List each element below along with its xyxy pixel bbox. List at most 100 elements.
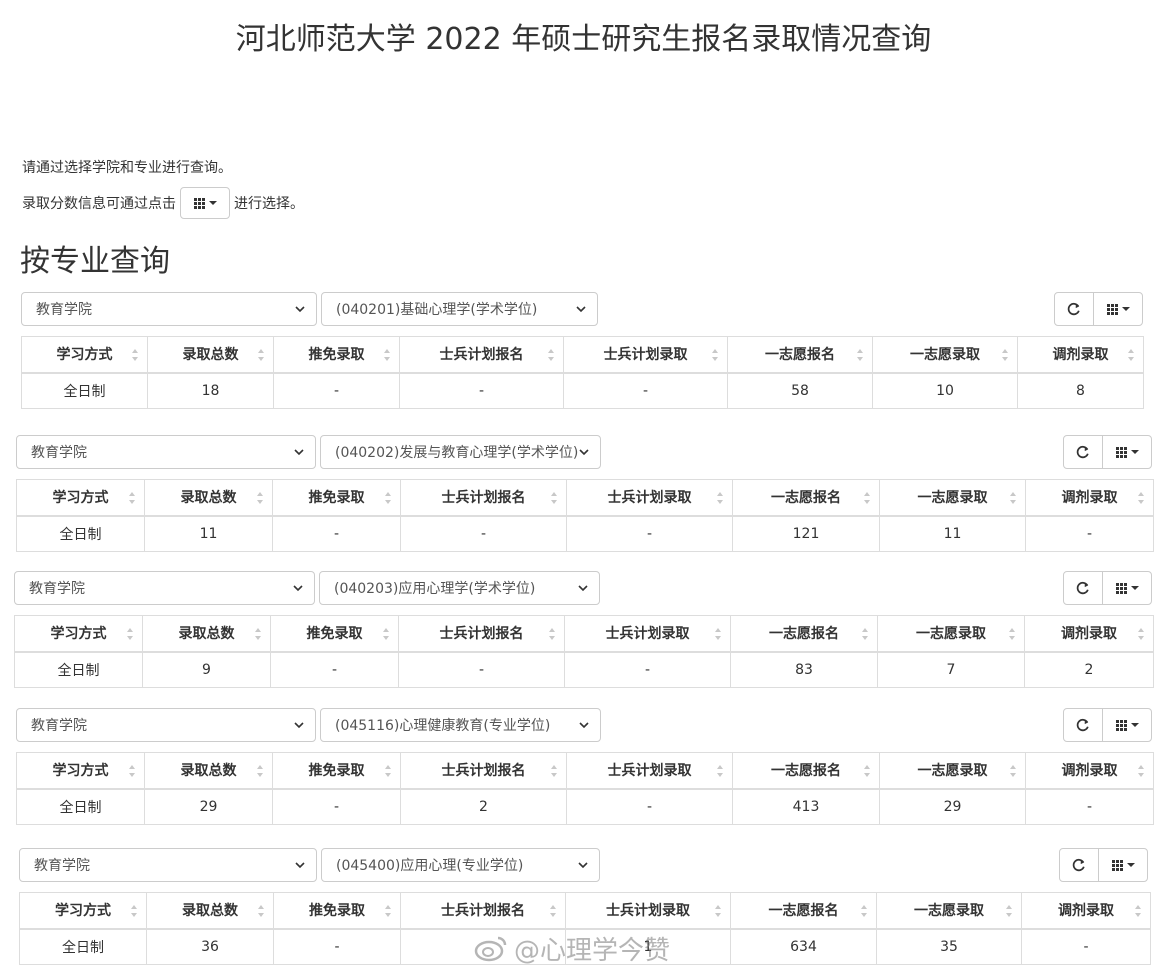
- sort-both-icon[interactable]: [383, 348, 391, 362]
- column-header[interactable]: 一志愿报名: [730, 892, 877, 930]
- college-select[interactable]: 教育学院: [21, 292, 317, 326]
- sort-both-icon[interactable]: [550, 491, 558, 505]
- column-header[interactable]: 一志愿录取: [876, 892, 1022, 930]
- sort-both-icon[interactable]: [856, 348, 864, 362]
- column-header[interactable]: 推免录取: [270, 615, 399, 653]
- column-header[interactable]: 推免录取: [272, 479, 401, 517]
- column-header[interactable]: 士兵计划录取: [566, 752, 733, 790]
- college-select[interactable]: 教育学院: [16, 435, 316, 469]
- column-header[interactable]: 调剂录取: [1024, 615, 1154, 653]
- column-header[interactable]: 士兵计划报名: [398, 615, 565, 653]
- sort-both-icon[interactable]: [716, 491, 724, 505]
- column-header[interactable]: 一志愿录取: [872, 336, 1018, 374]
- column-header[interactable]: 一志愿录取: [877, 615, 1025, 653]
- column-header[interactable]: 推免录取: [273, 892, 401, 930]
- columns-button[interactable]: [1102, 708, 1152, 742]
- column-header[interactable]: 推免录取: [273, 336, 400, 374]
- column-header[interactable]: 录取总数: [147, 336, 274, 374]
- column-header[interactable]: 士兵计划报名: [399, 336, 564, 374]
- column-header[interactable]: 录取总数: [146, 892, 274, 930]
- sort-both-icon[interactable]: [130, 904, 138, 918]
- sort-both-icon[interactable]: [714, 904, 722, 918]
- column-header[interactable]: 调剂录取: [1017, 336, 1144, 374]
- college-select[interactable]: 教育学院: [14, 571, 315, 605]
- column-header[interactable]: 调剂录取: [1025, 752, 1154, 790]
- sort-both-icon[interactable]: [1008, 627, 1016, 641]
- column-header[interactable]: 士兵计划报名: [400, 892, 566, 930]
- sort-both-icon[interactable]: [1009, 491, 1017, 505]
- sort-both-icon[interactable]: [1137, 764, 1145, 778]
- column-header[interactable]: 一志愿录取: [879, 479, 1026, 517]
- sort-both-icon[interactable]: [1134, 904, 1142, 918]
- major-select[interactable]: (045116)心理健康教育(专业学位): [320, 708, 601, 742]
- column-header[interactable]: 一志愿录取: [879, 752, 1026, 790]
- sort-both-icon[interactable]: [256, 764, 264, 778]
- column-header[interactable]: 一志愿报名: [730, 615, 878, 653]
- column-header[interactable]: 学习方式: [21, 336, 148, 374]
- column-header[interactable]: 一志愿报名: [732, 752, 880, 790]
- sort-both-icon[interactable]: [547, 348, 555, 362]
- sort-both-icon[interactable]: [384, 904, 392, 918]
- column-header[interactable]: 学习方式: [16, 479, 145, 517]
- sort-both-icon[interactable]: [1137, 627, 1145, 641]
- column-header[interactable]: 录取总数: [144, 752, 273, 790]
- sort-both-icon[interactable]: [716, 764, 724, 778]
- column-header[interactable]: 一志愿报名: [727, 336, 873, 374]
- sort-both-icon[interactable]: [256, 491, 264, 505]
- major-select[interactable]: (045400)应用心理(专业学位): [321, 848, 600, 882]
- sort-both-icon[interactable]: [550, 764, 558, 778]
- sort-both-icon[interactable]: [384, 491, 392, 505]
- sort-both-icon[interactable]: [384, 764, 392, 778]
- column-header[interactable]: 录取总数: [142, 615, 271, 653]
- sort-both-icon[interactable]: [1001, 348, 1009, 362]
- college-select[interactable]: 教育学院: [19, 848, 317, 882]
- sort-both-icon[interactable]: [131, 348, 139, 362]
- sort-both-icon[interactable]: [861, 627, 869, 641]
- sort-both-icon[interactable]: [128, 764, 136, 778]
- sort-both-icon[interactable]: [128, 491, 136, 505]
- sort-both-icon[interactable]: [1009, 764, 1017, 778]
- sort-both-icon[interactable]: [549, 904, 557, 918]
- sort-both-icon[interactable]: [711, 348, 719, 362]
- refresh-button[interactable]: [1059, 848, 1099, 882]
- sort-both-icon[interactable]: [1005, 904, 1013, 918]
- sort-both-icon[interactable]: [257, 904, 265, 918]
- refresh-button[interactable]: [1063, 708, 1103, 742]
- columns-button[interactable]: [1093, 292, 1143, 326]
- column-header[interactable]: 录取总数: [144, 479, 273, 517]
- column-header[interactable]: 士兵计划报名: [400, 479, 567, 517]
- column-header[interactable]: 学习方式: [16, 752, 145, 790]
- sort-both-icon[interactable]: [863, 491, 871, 505]
- sort-both-icon[interactable]: [382, 627, 390, 641]
- major-select[interactable]: (040203)应用心理学(学术学位): [319, 571, 600, 605]
- columns-button[interactable]: [1098, 848, 1148, 882]
- column-header[interactable]: 推免录取: [272, 752, 401, 790]
- sort-both-icon[interactable]: [1127, 348, 1135, 362]
- columns-button[interactable]: [1102, 571, 1152, 605]
- sort-both-icon[interactable]: [860, 904, 868, 918]
- sort-both-icon[interactable]: [257, 348, 265, 362]
- college-select[interactable]: 教育学院: [16, 708, 316, 742]
- column-header[interactable]: 一志愿报名: [732, 479, 880, 517]
- sort-both-icon[interactable]: [254, 627, 262, 641]
- columns-button[interactable]: [1102, 435, 1152, 469]
- column-header[interactable]: 士兵计划录取: [565, 892, 731, 930]
- refresh-button[interactable]: [1054, 292, 1094, 326]
- column-header[interactable]: 士兵计划录取: [566, 479, 733, 517]
- column-header[interactable]: 士兵计划录取: [564, 615, 731, 653]
- column-header[interactable]: 调剂录取: [1025, 479, 1154, 517]
- major-select[interactable]: (040201)基础心理学(学术学位): [321, 292, 598, 326]
- column-header[interactable]: 调剂录取: [1021, 892, 1151, 930]
- refresh-button[interactable]: [1063, 435, 1103, 469]
- sort-both-icon[interactable]: [714, 627, 722, 641]
- sort-both-icon[interactable]: [1137, 491, 1145, 505]
- column-header[interactable]: 学习方式: [19, 892, 147, 930]
- column-header[interactable]: 士兵计划录取: [563, 336, 728, 374]
- columns-toggle-button[interactable]: [180, 187, 230, 219]
- refresh-button[interactable]: [1063, 571, 1103, 605]
- major-select[interactable]: (040202)发展与教育心理学(学术学位): [320, 435, 601, 469]
- column-header[interactable]: 学习方式: [14, 615, 143, 653]
- column-header[interactable]: 士兵计划报名: [400, 752, 567, 790]
- sort-both-icon[interactable]: [548, 627, 556, 641]
- sort-both-icon[interactable]: [863, 764, 871, 778]
